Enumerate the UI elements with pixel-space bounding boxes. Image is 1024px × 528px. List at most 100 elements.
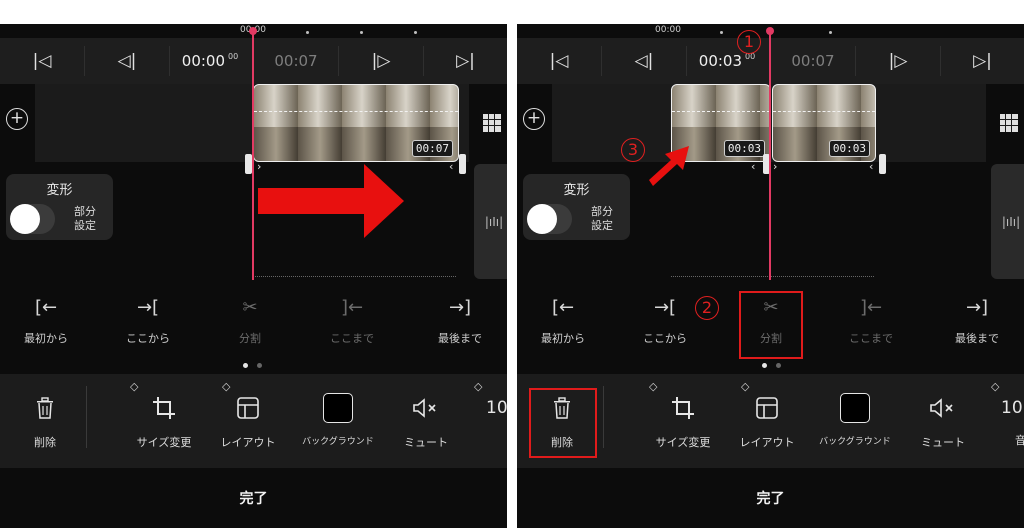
action-label: ミュート bbox=[921, 436, 965, 449]
annotation-arrow-up-right-icon bbox=[649, 146, 689, 186]
layout-button[interactable]: レイアウト bbox=[735, 392, 799, 450]
tool-label: ここまで bbox=[330, 332, 374, 345]
add-clip-button[interactable]: + bbox=[6, 108, 28, 130]
add-clip-button[interactable]: + bbox=[523, 108, 545, 130]
trim-from-start-button[interactable]: [← 最初から bbox=[6, 296, 86, 346]
background-button[interactable]: バックグラウンド bbox=[298, 392, 378, 447]
jump-end-icon[interactable]: ▷| bbox=[424, 38, 507, 84]
partial-setting-label: 部分 設定 bbox=[591, 205, 613, 232]
ruler-time: 00:00 bbox=[655, 25, 681, 35]
background-button[interactable]: バックグラウンド bbox=[815, 392, 895, 447]
audio-track-line bbox=[253, 276, 456, 277]
audio-waveform-icon[interactable]: |ıIı| bbox=[474, 164, 507, 279]
editor-panel-before: 00:00 |◁ ◁| 00:0000 00:07 |▷ ▷| + 00:07 … bbox=[0, 24, 507, 528]
trim-to-here-icon: ]← bbox=[859, 297, 883, 318]
tool-label: ここから bbox=[643, 332, 687, 345]
background-color-icon bbox=[298, 392, 378, 424]
grid-icon[interactable] bbox=[483, 114, 501, 132]
time-end: 00:07 bbox=[274, 52, 318, 70]
action-label: ミュート bbox=[404, 436, 448, 449]
action-bar: 削除 ◇ サイズ変更 ◇ レイアウト バックグラウンド ミュート ◇ 10 bbox=[0, 374, 507, 468]
step-back-icon[interactable]: ◁| bbox=[85, 38, 169, 84]
trash-icon bbox=[22, 392, 68, 424]
tool-label: 分割 bbox=[239, 332, 261, 345]
audio-track-line bbox=[671, 276, 874, 277]
tool-label: 最初から bbox=[24, 332, 68, 345]
delete-button[interactable]: 削除 bbox=[22, 392, 68, 450]
partial-setting-toggle[interactable] bbox=[527, 204, 572, 234]
mute-button[interactable]: ミュート bbox=[915, 392, 971, 450]
tool-label: 最初から bbox=[541, 332, 585, 345]
clip-trim-handle-start[interactable] bbox=[245, 154, 252, 174]
keyframe-diamond-icon: ◇ bbox=[474, 380, 483, 393]
clip-trim-handle-end[interactable] bbox=[879, 154, 886, 174]
ruler-tick bbox=[306, 31, 309, 34]
time-ms: 00 bbox=[228, 52, 239, 61]
resize-button[interactable]: サイズ変更 bbox=[126, 392, 202, 450]
step-forward-icon[interactable]: |▷ bbox=[339, 38, 423, 84]
jump-end-icon[interactable]: ▷| bbox=[941, 38, 1024, 84]
chevron-left-icon: ‹ bbox=[869, 160, 874, 173]
page-indicator-active[interactable] bbox=[243, 363, 248, 368]
step-forward-icon[interactable]: |▷ bbox=[856, 38, 940, 84]
action-label: サイズ変更 bbox=[655, 436, 711, 449]
audio-waveform-icon[interactable]: |ıIı| bbox=[991, 164, 1024, 279]
trim-from-here-button[interactable]: →[ ここから bbox=[108, 296, 188, 346]
layout-icon bbox=[735, 392, 799, 424]
done-button[interactable]: 完了 bbox=[517, 468, 1024, 528]
chevron-left-icon: ‹ bbox=[751, 160, 756, 173]
page-indicator[interactable] bbox=[257, 363, 262, 368]
page-indicator-active[interactable] bbox=[762, 363, 767, 368]
volume-value[interactable]: 10 bbox=[1001, 398, 1023, 418]
ruler-tick bbox=[720, 31, 723, 34]
crop-icon bbox=[645, 392, 721, 424]
background-color-icon bbox=[815, 392, 895, 424]
trim-from-here-button[interactable]: →[ ここから bbox=[625, 296, 705, 346]
jump-start-icon[interactable]: |◁ bbox=[0, 38, 84, 84]
action-label: サイズ変更 bbox=[136, 436, 192, 449]
trim-to-here-button[interactable]: ]← ここまで bbox=[831, 296, 911, 346]
clip-duration: 00:03 bbox=[828, 140, 870, 157]
playhead[interactable] bbox=[252, 30, 254, 280]
playhead[interactable] bbox=[769, 30, 771, 280]
end-time: 00:07 bbox=[256, 38, 336, 84]
highlight-split-box bbox=[739, 291, 803, 359]
time-end: 00:07 bbox=[791, 52, 835, 70]
layout-icon bbox=[216, 392, 280, 424]
end-time: 00:07 bbox=[773, 38, 853, 84]
volume-label: 音 bbox=[1015, 434, 1024, 447]
step-back-icon[interactable]: ◁| bbox=[602, 38, 686, 84]
page-indicator[interactable] bbox=[776, 363, 781, 368]
trim-to-end-button[interactable]: →] 最後まで bbox=[420, 296, 500, 346]
clip-trim-handle-end[interactable] bbox=[459, 154, 466, 174]
tool-label: 最後まで bbox=[955, 332, 999, 345]
action-bar: 削除 ◇ サイズ変更 ◇ レイアウト バックグラウンド ミュート ◇ 10 音 bbox=[517, 374, 1024, 468]
layout-button[interactable]: レイアウト bbox=[216, 392, 280, 450]
current-time: 00:00 00 bbox=[170, 38, 250, 84]
action-label: レイアウト bbox=[739, 436, 795, 449]
mute-button[interactable]: ミュート bbox=[398, 392, 454, 450]
grid-icon[interactable] bbox=[1000, 114, 1018, 132]
video-clip[interactable]: 00:07 bbox=[253, 84, 459, 162]
annotation-arrow-right-icon bbox=[258, 164, 404, 238]
trim-from-start-button[interactable]: [← 最初から bbox=[523, 296, 603, 346]
done-button[interactable]: 完了 bbox=[0, 468, 507, 528]
divider bbox=[603, 386, 604, 448]
resize-button[interactable]: サイズ変更 bbox=[645, 392, 721, 450]
partial-setting-label: 部分 設定 bbox=[74, 205, 96, 232]
trim-to-end-button[interactable]: →] 最後まで bbox=[937, 296, 1017, 346]
trim-to-end-icon: →] bbox=[965, 297, 989, 318]
volume-value[interactable]: 10 bbox=[486, 398, 507, 418]
action-label: レイアウト bbox=[220, 436, 276, 449]
playhead-knob[interactable] bbox=[249, 27, 257, 35]
ruler-tick bbox=[414, 31, 417, 34]
tool-label: ここまで bbox=[849, 332, 893, 345]
video-clip-part2[interactable]: 00:03 bbox=[772, 84, 876, 162]
transform-title: 変形 bbox=[563, 183, 590, 198]
partial-setting-toggle[interactable] bbox=[10, 204, 55, 234]
playhead-knob[interactable] bbox=[766, 27, 774, 35]
jump-start-icon[interactable]: |◁ bbox=[517, 38, 601, 84]
trim-to-here-button[interactable]: ]← ここまで bbox=[312, 296, 392, 346]
split-button[interactable]: ✂ 分割 bbox=[210, 296, 290, 346]
tool-label: 最後まで bbox=[438, 332, 482, 345]
